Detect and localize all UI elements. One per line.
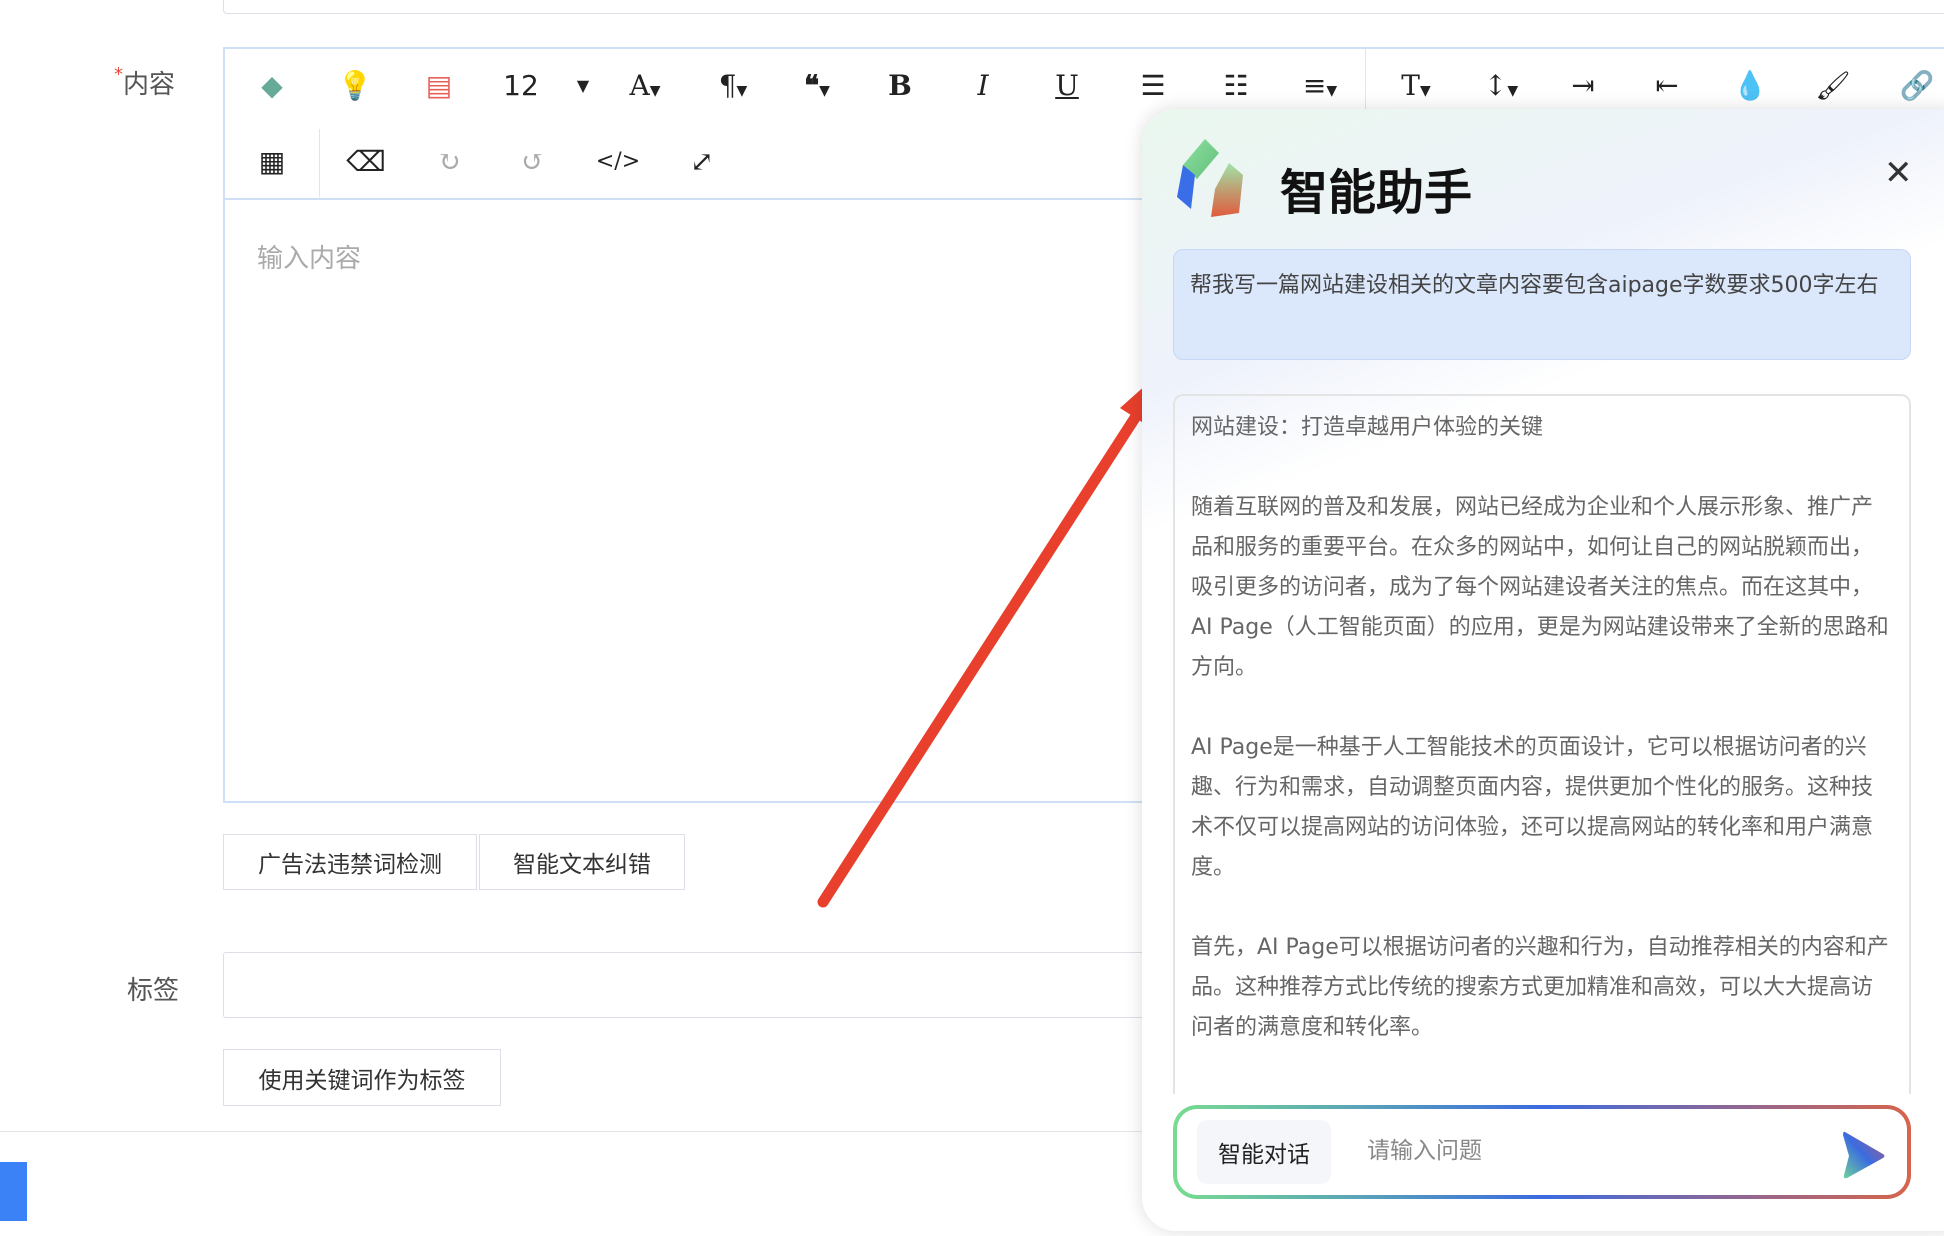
send-icon[interactable]: [1841, 1130, 1887, 1180]
question-input[interactable]: [1367, 1129, 1807, 1173]
close-icon[interactable]: ✕: [1884, 153, 1913, 193]
answer-paragraph: AI Page是一种基于人工智能技术的页面设计，它可以根据访问者的兴趣、行为和需…: [1191, 735, 1874, 880]
ai-assistant-panel: 智能助手 ✕ 帮我写一篇网站建设相关的文章内容要包含aipage字数要求500字…: [1142, 109, 1944, 1231]
assistant-answer[interactable]: 网站建设：打造卓越用户体验的关键 随着互联网的普及和发展，网站已经成为企业和个人…: [1173, 394, 1911, 1094]
answer-paragraph: 首先，AI Page可以根据访问者的兴趣和行为，自动推荐相关的内容和产品。这种推…: [1191, 935, 1889, 1040]
answer-paragraph: 随着互联网的普及和发展，网站已经成为企业和个人展示形象、推广产品和服务的重要平台…: [1191, 495, 1889, 680]
question-bar: 智能对话: [1173, 1105, 1911, 1199]
assistant-logo-icon: [1177, 139, 1243, 217]
answer-title: 网站建设：打造卓越用户体验的关键: [1191, 415, 1544, 440]
assistant-title: 智能助手: [1280, 165, 1473, 221]
mode-chip[interactable]: 智能对话: [1197, 1120, 1331, 1184]
user-message: 帮我写一篇网站建设相关的文章内容要包含aipage字数要求500字左右: [1173, 249, 1911, 360]
